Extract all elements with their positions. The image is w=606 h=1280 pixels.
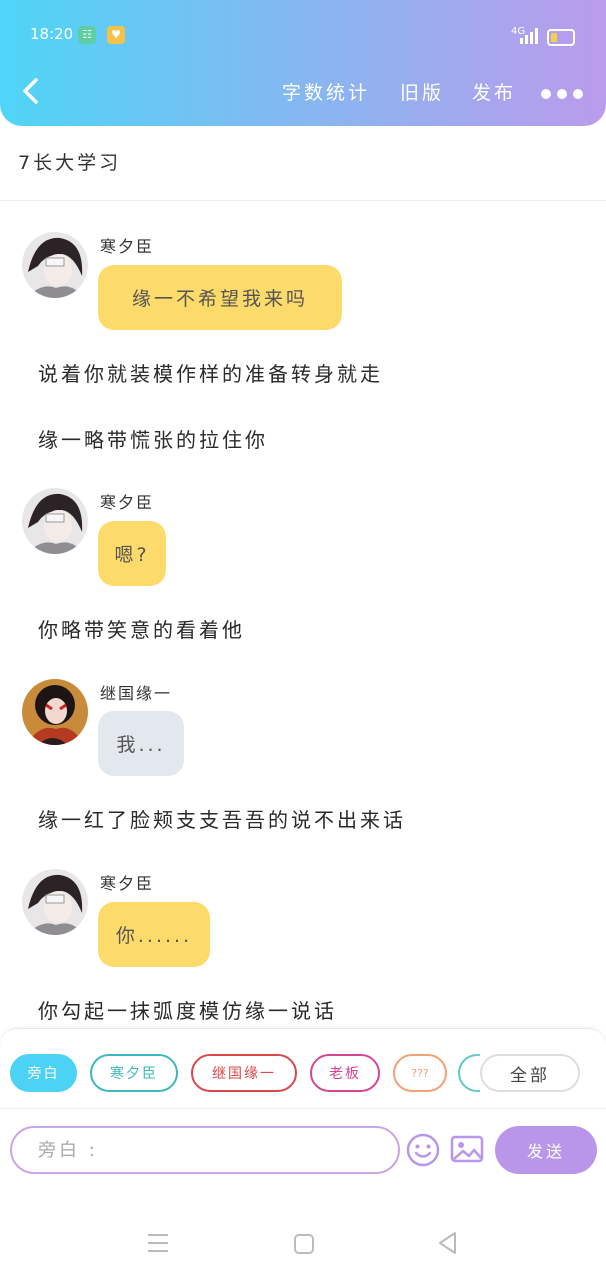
narration-text[interactable]: 你勾起一抹弧度模仿缘一说话 bbox=[38, 995, 337, 1024]
smiley-icon[interactable] bbox=[405, 1132, 441, 1168]
more-dots-icon[interactable] bbox=[541, 84, 589, 103]
word-count-button[interactable]: 字数统计 bbox=[282, 78, 370, 105]
role-chip-hanxichen[interactable]: 寒夕臣 bbox=[90, 1054, 178, 1092]
avatar-hanxichen[interactable] bbox=[22, 232, 88, 298]
speaker-name: 寒夕臣 bbox=[100, 874, 155, 893]
narration-text[interactable]: 缘一红了脸颊支支吾吾的说不出来话 bbox=[38, 804, 406, 833]
speaker-name: 继国缘一 bbox=[100, 684, 173, 703]
app-notification-icon: ☷ bbox=[78, 26, 96, 44]
menu-icon[interactable] bbox=[146, 1232, 170, 1254]
back-triangle-icon[interactable] bbox=[436, 1230, 458, 1256]
old-version-button[interactable]: 旧版 bbox=[400, 78, 444, 105]
speaker-name: 寒夕臣 bbox=[100, 237, 155, 256]
role-chip-narrator[interactable]: 旁白 bbox=[10, 1054, 77, 1092]
narration-text[interactable]: 说着你就装模作样的准备转身就走 bbox=[38, 358, 383, 387]
all-roles-button[interactable]: 全部 bbox=[480, 1054, 580, 1092]
avatar-hanxichen[interactable] bbox=[22, 869, 88, 935]
app-notification-icon-2: ♥ bbox=[107, 26, 125, 44]
divider bbox=[0, 200, 606, 201]
back-icon[interactable] bbox=[18, 76, 44, 106]
header-bar: 18:20 ☷ ♥ 4G 字数统计 旧版 发布 bbox=[0, 0, 606, 126]
avatar-jiguoyuanyi[interactable] bbox=[22, 679, 88, 745]
dialog-bubble[interactable]: 缘一不希望我来吗 bbox=[98, 265, 342, 330]
message-input[interactable] bbox=[10, 1126, 400, 1174]
status-time: 18:20 bbox=[30, 25, 74, 43]
narration-text[interactable]: 缘一略带慌张的拉住你 bbox=[38, 424, 268, 453]
story-title[interactable]: 7长大学习 bbox=[18, 148, 121, 175]
avatar-hanxichen[interactable] bbox=[22, 488, 88, 554]
send-button[interactable]: 发送 bbox=[495, 1126, 597, 1174]
role-chip-jiguoyuanyi[interactable]: 继国缘一 bbox=[191, 1054, 297, 1092]
role-chip-boss[interactable]: 老板 bbox=[310, 1054, 380, 1092]
panel-divider bbox=[0, 1108, 606, 1109]
home-square-icon[interactable] bbox=[293, 1233, 315, 1255]
battery-icon bbox=[547, 29, 575, 46]
dialog-bubble[interactable]: 嗯? bbox=[98, 521, 166, 586]
narration-text[interactable]: 你略带笑意的看着他 bbox=[38, 614, 245, 643]
role-chip-unknown[interactable]: ??? bbox=[393, 1054, 447, 1092]
dialog-bubble[interactable]: 你...... bbox=[98, 902, 210, 967]
signal-icon bbox=[520, 28, 538, 44]
system-nav-bar bbox=[0, 1176, 606, 1280]
speaker-name: 寒夕臣 bbox=[100, 493, 155, 512]
publish-button[interactable]: 发布 bbox=[472, 78, 516, 105]
image-icon[interactable] bbox=[450, 1134, 484, 1164]
dialog-bubble[interactable]: 我... bbox=[98, 711, 184, 776]
